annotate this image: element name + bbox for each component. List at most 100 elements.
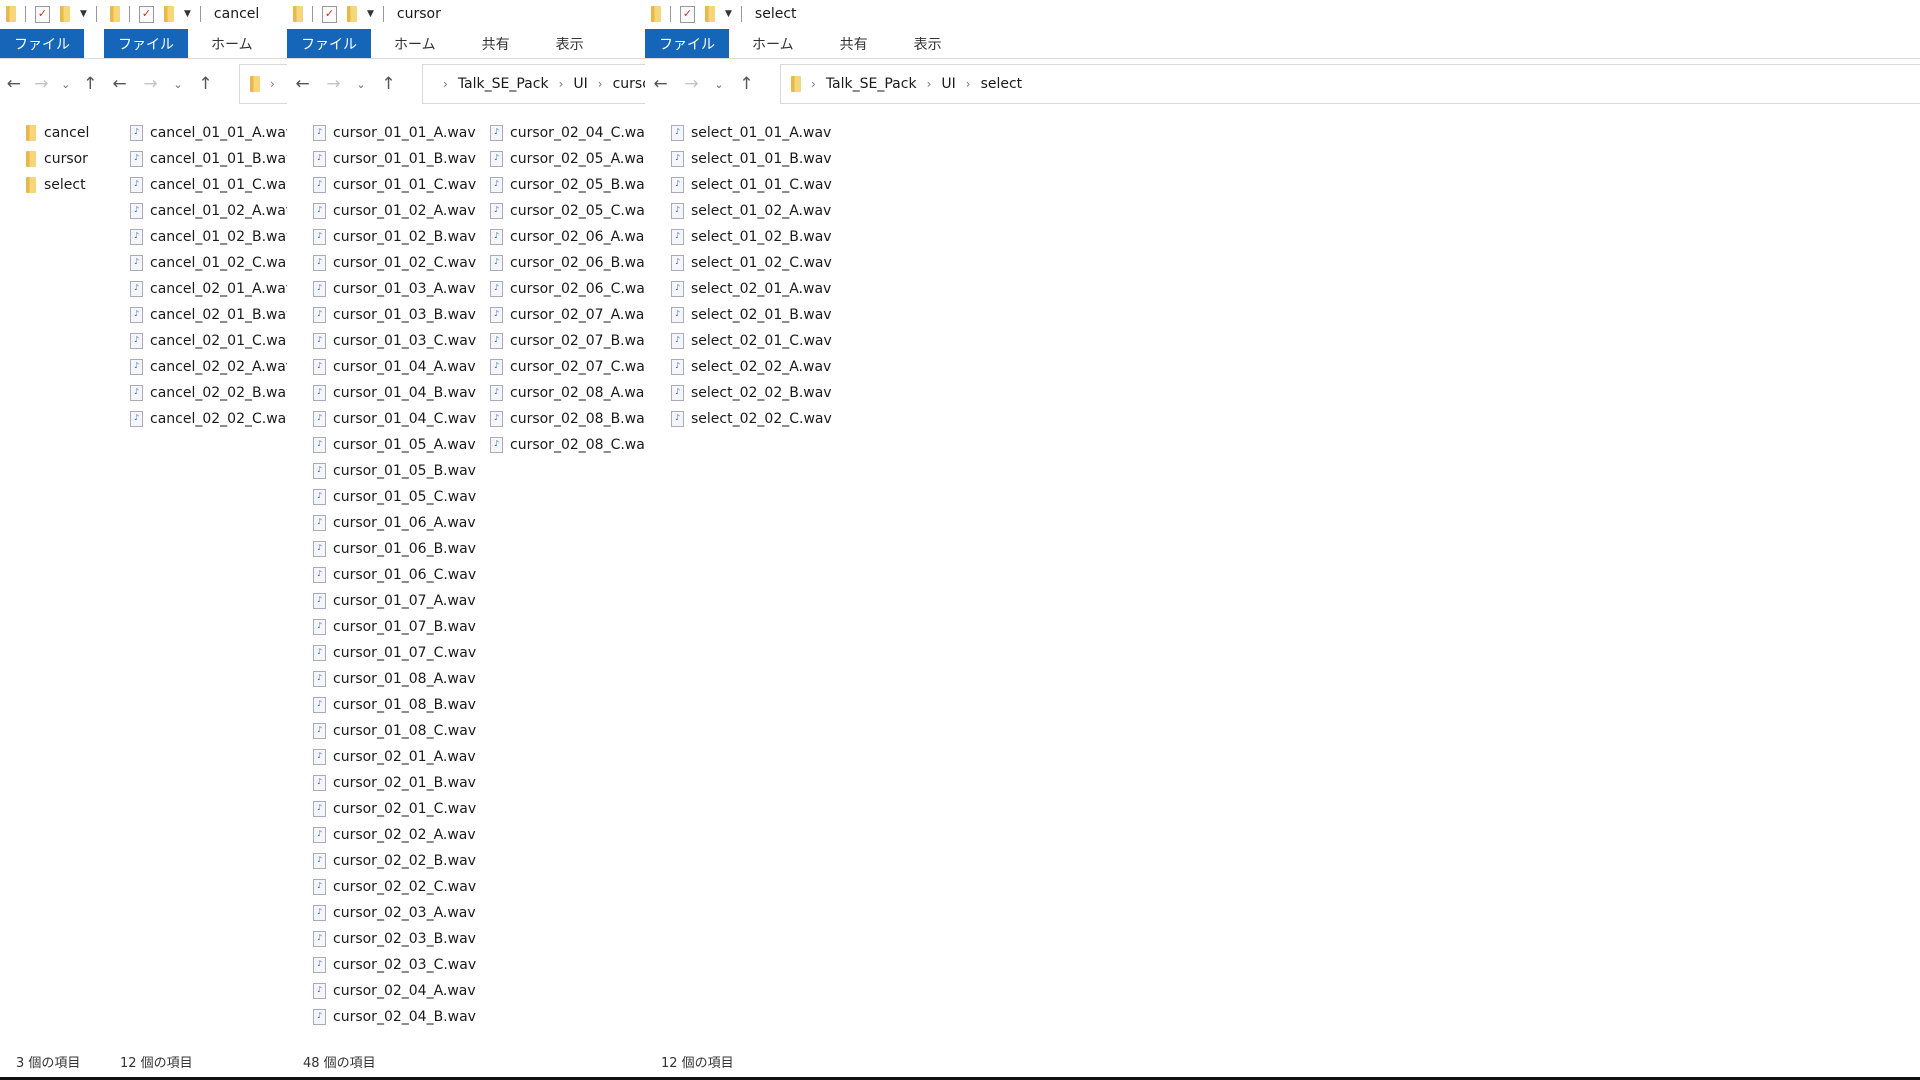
arrow-right-icon[interactable]: → [676, 74, 707, 94]
file-item[interactable]: ♪ cursor_01_08_B.wav [313, 692, 490, 718]
new-folder-icon[interactable] [705, 6, 715, 22]
file-item[interactable]: ♪ cursor_02_01_C.wav [313, 796, 490, 822]
file-item[interactable]: ♪ cursor_01_04_A.wav [313, 354, 490, 380]
properties-icon[interactable]: ✓ [35, 5, 50, 23]
file-item[interactable]: ♪ cancel_02_02_B.wav [130, 380, 287, 406]
file-item[interactable]: ♪ cursor_02_06_C.wav [490, 276, 645, 302]
file-item[interactable]: ♪ cursor_02_03_A.wav [313, 900, 490, 926]
file-item[interactable]: ♪ cursor_01_04_C.wav [313, 406, 490, 432]
file-item[interactable]: ♪ cursor_02_07_C.wav [490, 354, 645, 380]
tab-file[interactable]: ファイル [0, 29, 84, 58]
address-bar[interactable]: › Talk_SE_Pack › UI › cursor [422, 64, 645, 104]
folder-item[interactable]: cancel [26, 120, 104, 146]
address-bar[interactable]: › Talk_SE_Pack › UI › select [780, 64, 1920, 104]
file-item[interactable]: ♪ select_02_01_C.wav [671, 328, 848, 354]
file-item[interactable]: ♪ cursor_02_08_A.wav [490, 380, 645, 406]
file-item[interactable]: ♪ cursor_01_04_B.wav [313, 380, 490, 406]
file-item[interactable]: ♪ cursor_01_02_C.wav [313, 250, 490, 276]
arrow-up-icon[interactable]: ↑ [190, 74, 221, 94]
chevron-down-icon[interactable]: ⌄ [166, 78, 190, 91]
customize-quick-access-icon[interactable]: ▼ [184, 9, 191, 19]
file-item[interactable]: ♪ select_02_01_B.wav [671, 302, 848, 328]
arrow-up-icon[interactable]: ↑ [373, 74, 404, 94]
file-item[interactable]: ♪ cursor_01_07_B.wav [313, 614, 490, 640]
arrow-up-icon[interactable]: ↑ [76, 74, 104, 94]
file-item[interactable]: ♪ select_02_02_C.wav [671, 406, 848, 432]
file-item[interactable]: ♪ cursor_01_01_B.wav [313, 146, 490, 172]
tab-view[interactable]: 表示 [533, 29, 607, 58]
breadcrumb-item[interactable]: UI [573, 76, 587, 92]
file-item[interactable]: ♪ cursor_01_02_A.wav [313, 198, 490, 224]
file-item[interactable]: ♪ select_01_01_B.wav [671, 146, 848, 172]
arrow-right-icon[interactable]: → [135, 74, 166, 94]
folder-item[interactable]: select [26, 172, 104, 198]
file-item[interactable]: ♪ select_01_02_C.wav [671, 250, 848, 276]
chevron-right-icon[interactable]: › [443, 77, 448, 91]
file-item[interactable]: ♪ cursor_01_03_B.wav [313, 302, 490, 328]
chevron-down-icon[interactable]: ⌄ [349, 78, 373, 91]
folder-item[interactable]: cursor [26, 146, 104, 172]
tab-share[interactable]: 共有 [817, 29, 891, 58]
file-item[interactable]: ♪ cursor_01_05_C.wav [313, 484, 490, 510]
file-item[interactable]: ♪ cursor_01_01_C.wav [313, 172, 490, 198]
file-item[interactable]: ♪ select_02_01_A.wav [671, 276, 848, 302]
file-item[interactable]: ♪ select_02_02_A.wav [671, 354, 848, 380]
file-item[interactable]: ♪ cursor_01_06_A.wav [313, 510, 490, 536]
tab-home[interactable]: ホーム [729, 29, 817, 58]
file-item[interactable]: ♪ cursor_01_05_B.wav [313, 458, 490, 484]
file-item[interactable]: ♪ cancel_01_02_B.wav [130, 224, 287, 250]
breadcrumb-item[interactable]: select [981, 76, 1023, 92]
tab-file[interactable]: ファイル [287, 29, 371, 58]
file-item[interactable]: ♪ cursor_02_08_C.wav [490, 432, 645, 458]
tab-file[interactable]: ファイル [104, 29, 188, 58]
new-folder-icon[interactable] [164, 6, 174, 22]
properties-icon[interactable]: ✓ [680, 5, 695, 23]
file-item[interactable]: ♪ cursor_01_08_A.wav [313, 666, 490, 692]
address-bar[interactable]: › [239, 64, 287, 104]
file-item[interactable]: ♪ cancel_02_02_C.wav [130, 406, 287, 432]
file-item[interactable]: ♪ cursor_02_05_B.wav [490, 172, 645, 198]
arrow-up-icon[interactable]: ↑ [731, 74, 762, 94]
file-item[interactable]: ♪ cursor_01_07_A.wav [313, 588, 490, 614]
file-item[interactable]: ♪ select_01_01_C.wav [671, 172, 848, 198]
file-item[interactable]: ♪ cursor_02_04_B.wav [313, 1004, 490, 1030]
file-item[interactable]: ♪ cursor_02_06_A.wav [490, 224, 645, 250]
file-item[interactable]: ♪ cursor_01_07_C.wav [313, 640, 490, 666]
file-item[interactable]: ♪ cancel_01_02_A.wav [130, 198, 287, 224]
file-item[interactable]: ♪ cursor_01_02_B.wav [313, 224, 490, 250]
arrow-left-icon[interactable]: ← [0, 74, 28, 94]
file-item[interactable]: ♪ select_01_01_A.wav [671, 120, 848, 146]
file-item[interactable]: ♪ cursor_02_07_B.wav [490, 328, 645, 354]
file-item[interactable]: ♪ cursor_02_05_C.wav [490, 198, 645, 224]
chevron-right-icon[interactable]: › [927, 77, 932, 91]
chevron-right-icon[interactable]: › [966, 77, 971, 91]
file-item[interactable]: ♪ cursor_02_04_C.wav [490, 120, 645, 146]
arrow-left-icon[interactable]: ← [287, 74, 318, 94]
arrow-left-icon[interactable]: ← [104, 74, 135, 94]
properties-icon[interactable]: ✓ [139, 5, 154, 23]
new-folder-icon[interactable] [347, 6, 357, 22]
chevron-down-icon[interactable]: ⌄ [55, 78, 76, 91]
arrow-right-icon[interactable]: → [318, 74, 349, 94]
arrow-left-icon[interactable]: ← [645, 74, 676, 94]
tab-share[interactable]: 共有 [459, 29, 533, 58]
file-item[interactable]: ♪ cancel_01_01_C.wav [130, 172, 287, 198]
file-item[interactable]: ♪ select_01_02_B.wav [671, 224, 848, 250]
chevron-right-icon[interactable]: › [559, 77, 564, 91]
file-item[interactable]: ♪ select_02_02_B.wav [671, 380, 848, 406]
file-item[interactable]: ♪ cursor_01_06_C.wav [313, 562, 490, 588]
file-item[interactable]: ♪ cursor_02_05_A.wav [490, 146, 645, 172]
file-item[interactable]: ♪ cursor_02_02_B.wav [313, 848, 490, 874]
tab-home[interactable]: ホーム [371, 29, 459, 58]
file-item[interactable]: ♪ cancel_02_01_A.wav [130, 276, 287, 302]
tab-view[interactable]: 表示 [891, 29, 965, 58]
file-item[interactable]: ♪ cursor_02_02_A.wav [313, 822, 490, 848]
file-item[interactable]: ♪ cancel_01_02_C.wav [130, 250, 287, 276]
chevron-right-icon[interactable]: › [270, 77, 275, 91]
file-item[interactable]: ♪ cursor_02_03_C.wav [313, 952, 490, 978]
file-item[interactable]: ♪ cursor_02_06_B.wav [490, 250, 645, 276]
chevron-down-icon[interactable]: ⌄ [707, 78, 731, 91]
file-item[interactable]: ♪ cursor_02_02_C.wav [313, 874, 490, 900]
properties-icon[interactable]: ✓ [322, 5, 337, 23]
breadcrumb-item[interactable]: Talk_SE_Pack [458, 76, 549, 92]
